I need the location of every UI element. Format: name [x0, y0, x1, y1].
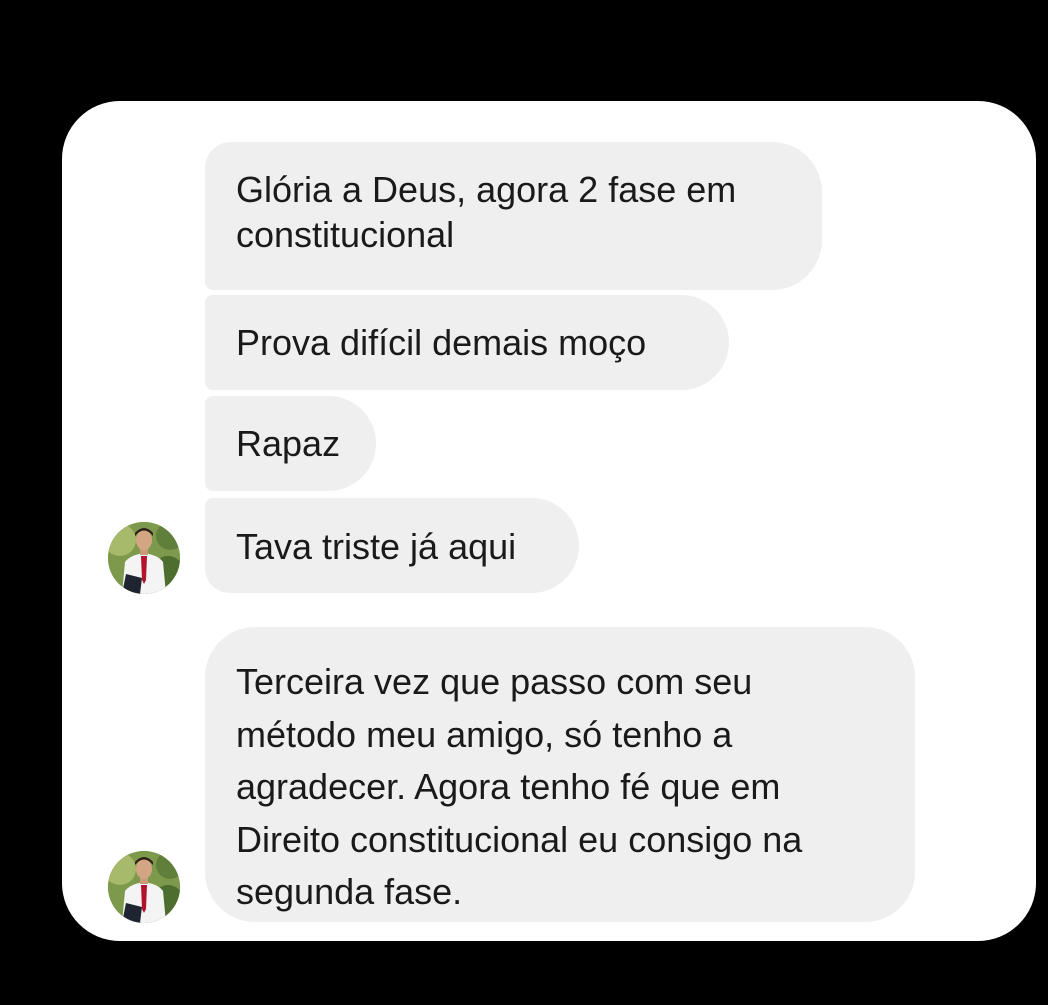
message-bubble[interactable]: Glória a Deus, agora 2 fase em constituc…	[205, 142, 822, 290]
sender-avatar[interactable]	[108, 522, 180, 594]
avatar-photo-icon	[108, 851, 180, 923]
sender-avatar[interactable]	[108, 851, 180, 923]
message-bubble[interactable]: Prova difícil demais moço	[205, 295, 729, 390]
avatar-photo-icon	[108, 522, 180, 594]
message-bubble[interactable]: Rapaz	[205, 396, 376, 491]
message-bubble[interactable]: Tava triste já aqui	[205, 498, 579, 593]
message-bubble[interactable]: Terceira vez que passo com seu método me…	[205, 627, 915, 922]
